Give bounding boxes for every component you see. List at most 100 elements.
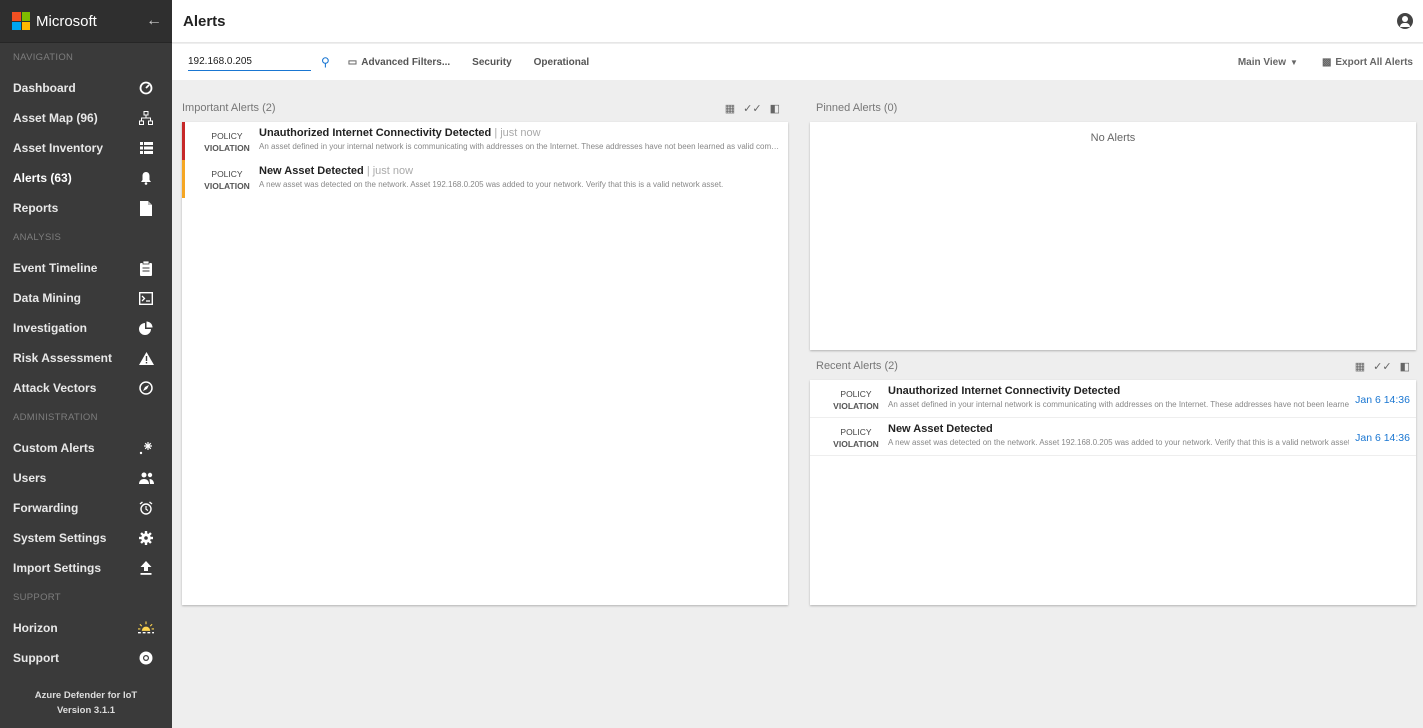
sidebar-item-custom-alerts[interactable]: Custom Alerts (0, 433, 172, 463)
sidebar-item-label: Dashboard (13, 81, 76, 95)
nav-section-title: SUPPORT (13, 592, 61, 603)
sidebar-item-label: Support (13, 651, 59, 665)
search-field (188, 53, 311, 71)
brand-name: Microsoft (36, 12, 97, 30)
terminal-icon (138, 290, 154, 306)
alert-title: New Asset Detected (888, 423, 993, 435)
sidebar-item-label: Event Timeline (13, 261, 98, 275)
upload-icon (138, 560, 154, 576)
alert-row[interactable]: POLICY VIOLATION New Asset Detected A ne… (810, 418, 1416, 456)
sidebar-item-support[interactable]: Support (0, 643, 172, 673)
sidebar-item-dashboard[interactable]: Dashboard (0, 73, 172, 103)
important-alerts-actions: ▦ ✓✓ ◧ (725, 102, 780, 115)
product-version: Version 3.1.1 (56, 705, 116, 716)
alert-row[interactable]: POLICY VIOLATION New Asset Detected | ju… (182, 160, 788, 198)
alert-body: Unauthorized Internet Connectivity Detec… (888, 385, 1349, 409)
gauge-icon (138, 80, 154, 96)
main-view-dropdown[interactable]: Main View ▼ (1238, 57, 1298, 68)
document-icon (138, 200, 154, 216)
sidebar-item-label: Reports (13, 201, 59, 215)
filter-toolbar: ⚲ ▭ Advanced Filters... Security Operati… (172, 44, 1423, 80)
acknowledge-all-icon[interactable]: ✓✓ (743, 102, 761, 115)
list-icon (138, 140, 154, 156)
sidebar-item-forwarding[interactable]: Forwarding (0, 493, 172, 523)
export-label: Export All Alerts (1335, 56, 1413, 68)
alert-row[interactable]: POLICY VIOLATION Unauthorized Internet C… (810, 380, 1416, 418)
alert-date: Jan 6 14:36 (1355, 432, 1410, 444)
sidebar-item-label: Asset Map (96) (13, 111, 98, 125)
sidebar-item-risk-assessment[interactable]: Risk Assessment (0, 343, 172, 373)
alert-type-line1: POLICY (211, 131, 243, 141)
sitemap-icon (138, 110, 154, 126)
pinned-alerts-header: Pinned Alerts (0) (816, 98, 1416, 118)
nav-section-support: SUPPORT Horizon Support (0, 583, 172, 673)
alert-type-line1: POLICY (840, 389, 872, 399)
user-account-icon[interactable] (1397, 13, 1413, 29)
alert-description: A new asset was detected on the network.… (888, 438, 1350, 447)
sidebar-item-label: Import Settings (13, 561, 102, 575)
sidebar-item-investigation[interactable]: Investigation (0, 313, 172, 343)
recent-alerts-panel: POLICY VIOLATION Unauthorized Internet C… (810, 380, 1416, 605)
sidebar-item-attack-vectors[interactable]: Attack Vectors (0, 373, 172, 403)
sidebar-item-system-settings[interactable]: System Settings (0, 523, 172, 553)
search-icon[interactable]: ⚲ (321, 55, 330, 69)
alert-type-line2: VIOLATION (204, 143, 250, 153)
clipboard-icon (138, 260, 154, 276)
alert-date: Jan 6 14:36 (1355, 394, 1410, 406)
sidebar-item-label: Forwarding (13, 501, 79, 515)
sidebar-item-label: Horizon (13, 621, 58, 635)
sidebar-toggle-icon[interactable]: ◧ (1400, 360, 1410, 373)
sidebar-item-users[interactable]: Users (0, 463, 172, 493)
sidebar-item-asset-map[interactable]: Asset Map (96) (0, 103, 172, 133)
alarm-clock-icon (138, 500, 154, 516)
nav-section-navigation: NAVIGATION Dashboard Asset Map (96) Asse… (0, 43, 172, 223)
sidebar-item-horizon[interactable]: Horizon (0, 613, 172, 643)
sidebar-item-data-mining[interactable]: Data Mining (0, 283, 172, 313)
sidebar-item-asset-inventory[interactable]: Asset Inventory (0, 133, 172, 163)
sidebar: Microsoft ← NAVIGATION Dashboard Asset M… (0, 0, 172, 728)
laptop-icon: ▭ (347, 56, 358, 68)
alert-type: POLICY VIOLATION (824, 423, 888, 450)
nav-section-administration: ADMINISTRATION Custom Alerts Users Forwa… (0, 403, 172, 583)
export-all-alerts-button[interactable]: ▩ Export All Alerts (1322, 57, 1413, 68)
microsoft-logo-icon (12, 12, 30, 30)
collapse-arrow-icon[interactable]: ← (146, 12, 162, 30)
brand-bar: Microsoft ← (0, 0, 172, 43)
alert-time: | just now (366, 165, 414, 177)
alert-title-line: New Asset Detected | just now (259, 165, 782, 177)
acknowledge-all-icon[interactable]: ✓✓ (1373, 360, 1391, 373)
alert-type: POLICY VIOLATION (195, 127, 259, 154)
important-alerts-panel: POLICY VIOLATION Unauthorized Internet C… (182, 122, 788, 605)
page-title: Alerts (183, 12, 226, 30)
operational-filter-button[interactable]: Operational (534, 57, 590, 68)
top-header: Alerts (172, 0, 1423, 43)
alert-row[interactable]: POLICY VIOLATION Unauthorized Internet C… (182, 122, 788, 160)
export-excel-icon[interactable]: ▦ (1355, 360, 1365, 373)
alert-description: An asset defined in your internal networ… (888, 400, 1350, 409)
export-excel-icon[interactable]: ▦ (725, 102, 735, 115)
sidebar-item-alerts[interactable]: Alerts (63) (0, 163, 172, 193)
sidebar-toggle-icon[interactable]: ◧ (770, 102, 780, 115)
sidebar-item-label: Attack Vectors (13, 381, 97, 395)
sidebar-footer: Azure Defender for IoT Version 3.1.1 (0, 688, 172, 718)
advanced-filters-label: Advanced Filters... (361, 56, 451, 68)
sidebar-item-event-timeline[interactable]: Event Timeline (0, 253, 172, 283)
alert-title-line: Unauthorized Internet Connectivity Detec… (259, 127, 782, 139)
compass-icon (138, 380, 154, 396)
security-filter-button[interactable]: Security (472, 57, 511, 68)
lifebuoy-icon (138, 650, 154, 666)
search-input[interactable] (188, 53, 308, 70)
warning-icon (138, 350, 154, 366)
sidebar-item-label: Investigation (13, 321, 88, 335)
sidebar-item-reports[interactable]: Reports (0, 193, 172, 223)
sparkle-icon (138, 440, 154, 456)
sidebar-item-label: Asset Inventory (13, 141, 104, 155)
advanced-filters-button[interactable]: ▭ Advanced Filters... (348, 57, 450, 68)
alert-type-line1: POLICY (211, 169, 243, 179)
alert-description: An asset defined in your internal networ… (259, 142, 782, 151)
caret-down-icon: ▼ (1290, 57, 1298, 67)
pie-chart-icon (138, 320, 154, 336)
sidebar-item-import-settings[interactable]: Import Settings (0, 553, 172, 583)
alert-body: New Asset Detected | just now A new asse… (259, 165, 782, 189)
important-alerts-header: Important Alerts (2) ▦ ✓✓ ◧ (182, 98, 788, 118)
